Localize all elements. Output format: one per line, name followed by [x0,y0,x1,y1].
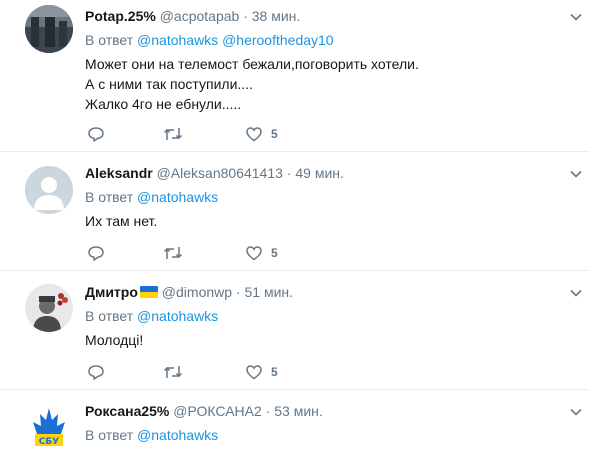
mention-link[interactable]: @natohawks [137,32,218,48]
chevron-down-icon[interactable] [569,10,583,24]
tweet-text-line: Жалко 4го не ебнули..... [85,96,242,112]
tweet-actions: 5 [85,362,385,382]
like-button[interactable]: 5 [245,362,278,382]
tweet-actions: 5 [85,124,385,144]
display-name[interactable]: Aleksandr [85,165,153,181]
separator: · [286,165,292,181]
display-name[interactable]: Дмитро [85,284,138,300]
heart-icon [246,365,262,380]
reply-prefix: В ответ [85,308,134,324]
tweet-text-line: А с ними так поступили.... [85,76,253,92]
retweet-button[interactable] [163,124,183,144]
avatar[interactable] [25,5,73,53]
mention-link[interactable]: @natohawks [137,427,218,443]
reply-button[interactable] [87,362,105,382]
tweet-potap[interactable]: Potap.25% @acpotapab · 38 мин. В ответ @… [0,0,589,152]
reply-icon [88,365,104,380]
mention-link[interactable]: @herooftheday10 [222,32,334,48]
separator: · [243,8,248,24]
tweet-text: Может они на телемост бежали,поговорить … [85,54,419,114]
reply-icon [88,127,104,142]
svg-text:СБУ: СБУ [39,437,59,447]
tweet-roksana[interactable]: СБУ Роксана25% @РОКСАНА2 · 53 мин. В отв… [0,390,589,454]
avatar[interactable] [25,166,73,214]
like-count: 5 [271,246,278,260]
like-button[interactable]: 5 [245,124,278,144]
timestamp[interactable]: 51 мин. [245,284,294,300]
retweet-icon [163,366,183,378]
tweet-text-line: Молодці! [85,332,144,348]
user-handle[interactable]: @acpotapab [160,8,240,24]
tweet-text: Молодці! [85,330,143,350]
tweet-actions: 5 [85,243,385,263]
like-count: 5 [271,127,278,141]
user-handle[interactable]: @РОКСАНА2 [173,403,262,419]
tweet-aleksandr[interactable]: Aleksandr @Aleksan80641413 · 49 мин. В о… [0,152,589,271]
user-handle[interactable]: @Aleksan80641413 [157,165,283,181]
heart-icon [246,246,262,261]
reply-prefix: В ответ [85,427,134,443]
display-name[interactable]: Роксана25% [85,403,169,419]
tweet-text: Их там нет. [85,211,157,231]
mention-link[interactable]: @natohawks [137,308,218,324]
avatar[interactable]: СБУ [25,404,73,452]
retweet-icon [163,128,183,140]
retweet-button[interactable] [163,243,183,263]
display-name[interactable]: Potap.25% [85,8,156,24]
mention-link[interactable]: @natohawks [137,189,218,205]
chevron-down-icon[interactable] [569,167,583,181]
chevron-down-icon[interactable] [569,286,583,300]
reply-prefix: В ответ [85,189,134,205]
heart-icon [246,127,262,142]
avatar[interactable] [25,284,73,332]
retweet-button[interactable] [163,362,183,382]
tweet-text-line: Может они на телемост бежали,поговорить … [85,56,419,72]
reply-icon [88,246,104,261]
retweet-icon [163,247,183,259]
separator: · [265,403,271,419]
separator: · [235,284,241,300]
reply-button[interactable] [87,124,105,144]
timestamp[interactable]: 38 мин. [252,8,301,24]
timestamp[interactable]: 53 мин. [274,403,323,419]
user-handle[interactable]: @dimonwp [162,284,232,300]
timestamp[interactable]: 49 мин. [295,165,344,181]
chevron-down-icon[interactable] [569,405,583,419]
reply-prefix: В ответ [85,32,134,48]
reply-button[interactable] [87,243,105,263]
like-count: 5 [271,365,278,379]
tweet-dmytro[interactable]: Дмитро @dimonwp · 51 мин. В ответ @natoh… [0,271,589,390]
like-button[interactable]: 5 [245,243,278,263]
ukraine-flag-icon [139,286,158,298]
tweet-text-line: Их там нет. [85,213,158,229]
